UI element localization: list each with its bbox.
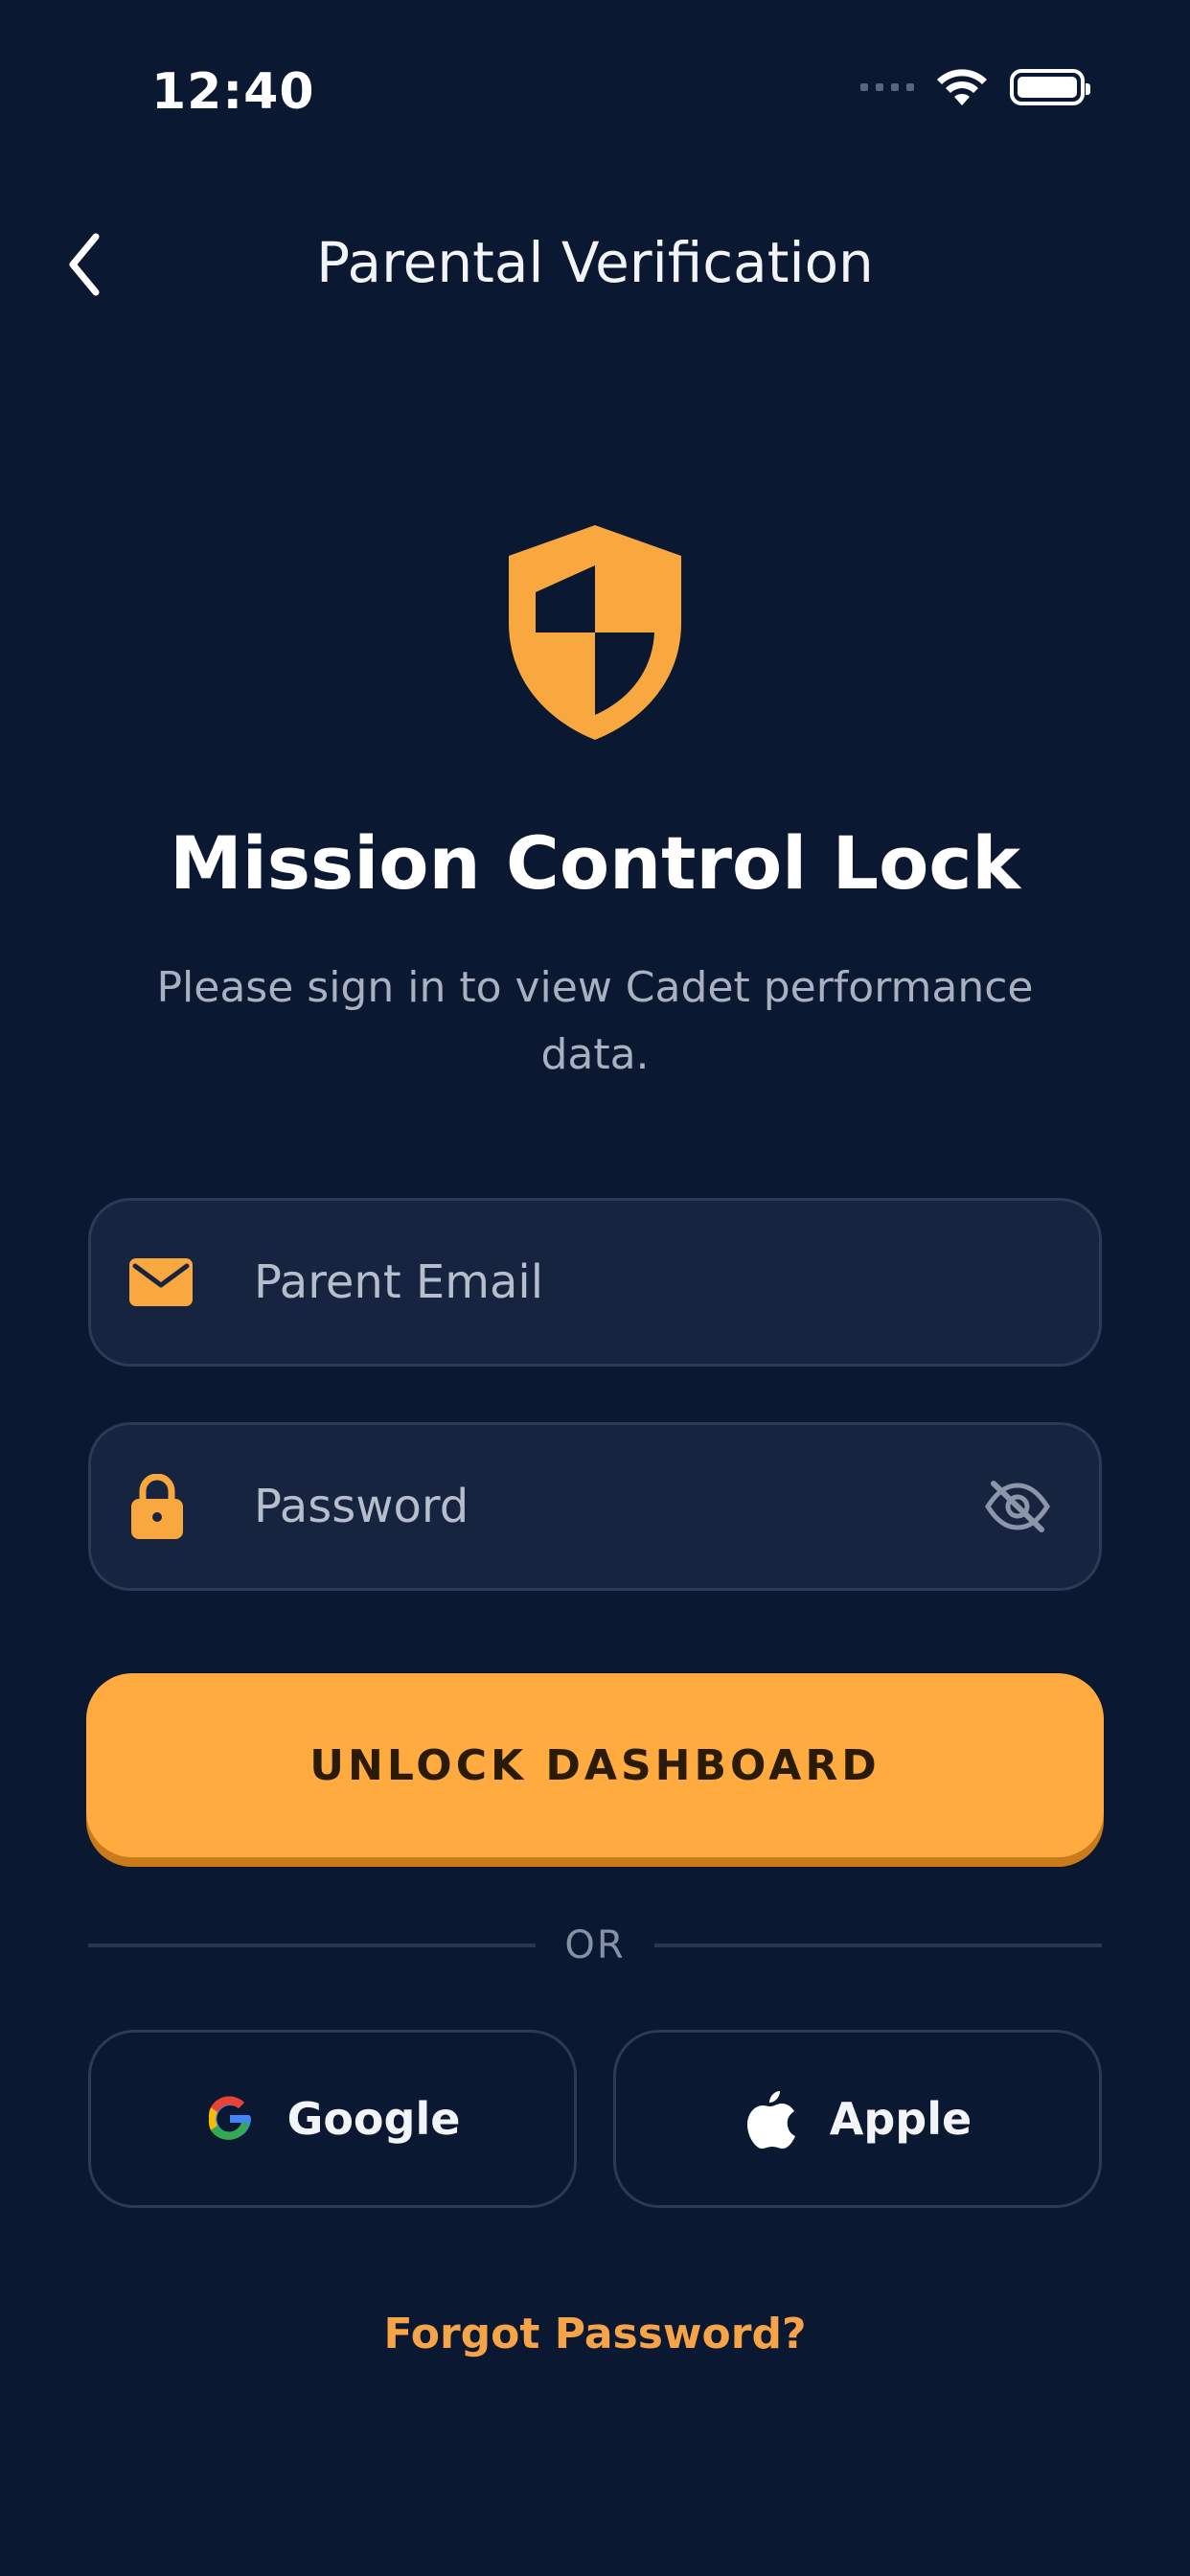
apple-icon (746, 2091, 795, 2149)
hero-title: Mission Control Lock (170, 820, 1020, 906)
status-time: 12:40 (151, 63, 315, 121)
email-input[interactable] (216, 1255, 1061, 1309)
eye-off-icon[interactable] (974, 1463, 1061, 1550)
divider-label: OR (564, 1923, 626, 1967)
page-title: Parental Verification (316, 230, 874, 295)
battery-icon (1010, 69, 1090, 105)
wifi-icon (937, 69, 987, 105)
or-divider: OR (88, 1917, 1102, 1974)
divider-line-right (653, 1944, 1102, 1947)
apple-sign-in-button[interactable]: Apple (613, 2030, 1102, 2208)
hero-subtitle: Please sign in to view Cadet performance… (156, 963, 1034, 1079)
forgot-password-link[interactable]: Forgot Password? (0, 2310, 1190, 2358)
parental-verification-screen: 12:40 Parental Verification Mission Cont… (0, 0, 1190, 2576)
google-icon (208, 2096, 251, 2140)
mail-icon (129, 1239, 216, 1325)
status-icons (860, 67, 1090, 107)
password-field[interactable] (88, 1422, 1102, 1591)
google-sign-in-button[interactable]: Google (88, 2030, 577, 2208)
email-field[interactable] (88, 1198, 1102, 1367)
password-input[interactable] (216, 1480, 974, 1533)
unlock-dashboard-button[interactable]: UNLOCK DASHBOARD (86, 1673, 1104, 1857)
divider-line-left (88, 1944, 537, 1947)
shield-icon (499, 518, 691, 748)
apple-label: Apple (829, 2093, 973, 2145)
lock-icon (129, 1463, 216, 1550)
google-label: Google (286, 2093, 461, 2145)
cellular-signal-icon (860, 83, 914, 91)
